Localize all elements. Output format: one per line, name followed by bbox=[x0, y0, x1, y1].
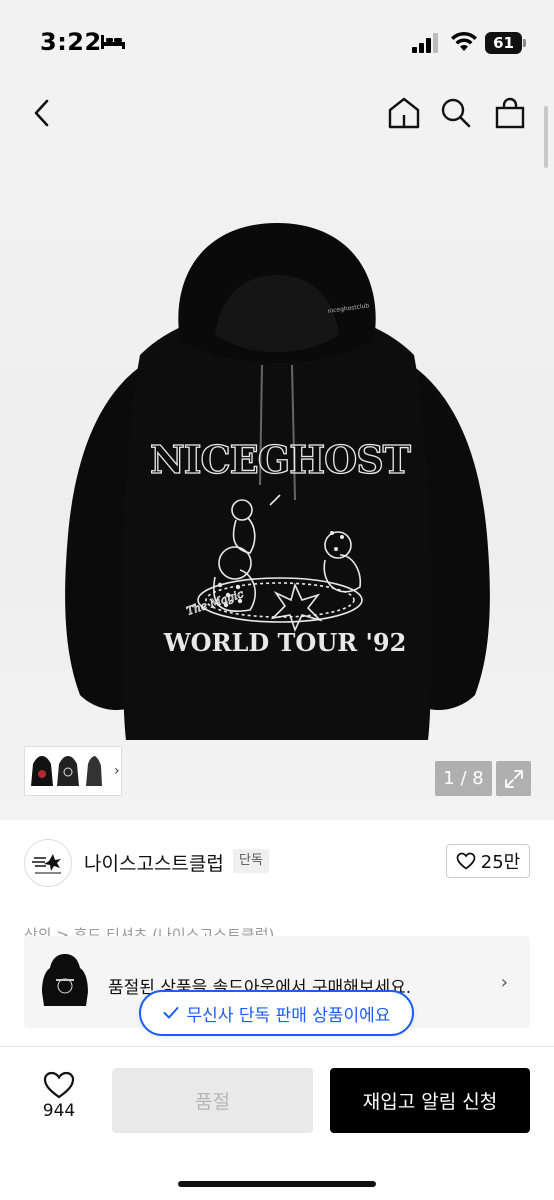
chevron-right-icon: › bbox=[500, 972, 508, 993]
cart-icon bbox=[495, 97, 525, 129]
brand-name[interactable]: 나이스고스트클럽 bbox=[84, 849, 224, 876]
brand-row: 나이스고스트클럽 단독 25만 bbox=[0, 820, 554, 910]
expand-button[interactable] bbox=[496, 761, 531, 796]
thumbnail-strip[interactable]: › bbox=[24, 746, 122, 796]
scroll-indicator bbox=[544, 106, 548, 168]
print-tour: WORLD TOUR '92 bbox=[163, 628, 407, 657]
wishlist-count: 944 bbox=[42, 1101, 76, 1121]
search-button[interactable] bbox=[436, 93, 476, 133]
exclusive-tooltip-text: 무신사 단독 판매 상품이에요 bbox=[186, 1005, 391, 1026]
print-title: NICEGHOST bbox=[150, 437, 411, 482]
status-time: 3:22 bbox=[40, 28, 102, 56]
image-counter: 1 / 8 bbox=[435, 761, 492, 796]
product-image-area[interactable]: niceghostclub NICEGHOST The Magic WORLD … bbox=[0, 80, 554, 820]
battery-level: 61 bbox=[493, 34, 514, 52]
soldout-product-thumbnail bbox=[42, 954, 88, 1006]
cart-button[interactable] bbox=[490, 93, 530, 133]
back-icon bbox=[34, 99, 49, 127]
heart-icon bbox=[43, 1071, 75, 1099]
signal-icon bbox=[412, 33, 438, 53]
home-button[interactable] bbox=[384, 93, 424, 133]
status-bar: 3:22 61 bbox=[0, 0, 554, 80]
brand-logo-icon bbox=[32, 854, 61, 874]
expand-icon bbox=[504, 769, 523, 788]
wifi-icon bbox=[451, 31, 477, 51]
heart-icon bbox=[456, 852, 476, 870]
search-icon bbox=[441, 98, 471, 128]
brand-logo[interactable] bbox=[24, 839, 72, 887]
thumbnail-side[interactable] bbox=[82, 752, 106, 790]
soldout-button: 품절 bbox=[112, 1068, 313, 1133]
thumbnail-front[interactable] bbox=[30, 752, 54, 790]
back-button[interactable] bbox=[22, 93, 62, 133]
brand-like-button[interactable]: 25만 bbox=[446, 844, 530, 878]
check-icon bbox=[163, 1007, 179, 1019]
home-indicator bbox=[178, 1181, 376, 1187]
home-icon bbox=[388, 97, 420, 129]
restock-alert-button[interactable]: 재입고 알림 신청 bbox=[330, 1068, 530, 1133]
sleep-icon bbox=[101, 35, 125, 49]
battery-icon: 61 bbox=[485, 32, 527, 54]
wishlist-button[interactable]: 944 bbox=[24, 1071, 94, 1127]
brand-like-count: 25만 bbox=[480, 852, 521, 873]
product-image: niceghostclub NICEGHOST The Magic WORLD … bbox=[65, 223, 490, 740]
bottom-action-bar: 944 품절 재입고 알림 신청 bbox=[0, 1046, 554, 1200]
thumbnail-chevron-icon[interactable]: › bbox=[114, 763, 120, 779]
exclusive-tooltip[interactable]: 무신사 단독 판매 상품이에요 bbox=[139, 990, 414, 1036]
thumbnail-back[interactable] bbox=[56, 752, 80, 790]
exclusive-badge: 단독 bbox=[233, 849, 269, 873]
